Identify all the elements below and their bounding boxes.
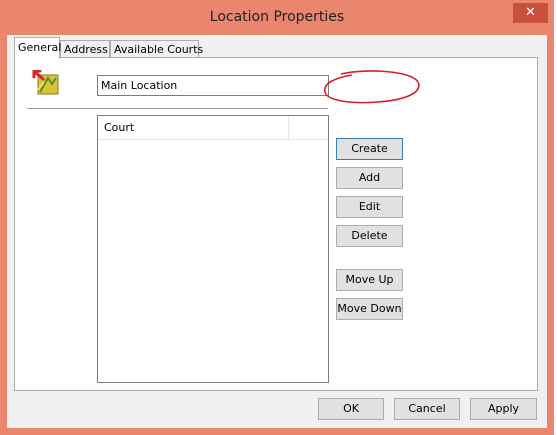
- courts-list[interactable]: Court: [97, 115, 329, 383]
- separator: [27, 108, 328, 111]
- move-up-button[interactable]: Move Up: [336, 269, 403, 291]
- close-button[interactable]: ✕: [513, 3, 548, 23]
- court-column-header[interactable]: Court: [104, 121, 134, 134]
- location-name-field[interactable]: Main Location: [97, 75, 329, 96]
- dialog-client-area: General Address Available Courts Main Lo…: [7, 35, 547, 428]
- close-icon: ✕: [525, 5, 536, 20]
- window-title: Location Properties: [209, 9, 345, 25]
- ok-button[interactable]: OK: [318, 398, 384, 420]
- edit-button[interactable]: Edit: [336, 196, 403, 218]
- apply-button[interactable]: Apply: [470, 398, 537, 420]
- list-header: Court: [98, 116, 328, 140]
- cancel-button[interactable]: Cancel: [394, 398, 460, 420]
- delete-button[interactable]: Delete: [336, 225, 403, 247]
- title-bar[interactable]: Location Properties ✕: [0, 0, 554, 35]
- add-button[interactable]: Add: [336, 167, 403, 189]
- general-tab-panel: Main Location Court Create Add Edit Dele…: [14, 57, 538, 391]
- tab-available-courts[interactable]: Available Courts: [110, 40, 203, 58]
- tab-general[interactable]: General: [14, 37, 61, 59]
- location-properties-window: Location Properties ✕ General Address Av…: [0, 0, 554, 435]
- tab-address[interactable]: Address: [60, 40, 110, 58]
- move-down-button[interactable]: Move Down: [336, 298, 403, 320]
- location-edit-icon: [32, 69, 60, 96]
- create-button[interactable]: Create: [336, 138, 403, 160]
- column-divider[interactable]: [288, 116, 289, 139]
